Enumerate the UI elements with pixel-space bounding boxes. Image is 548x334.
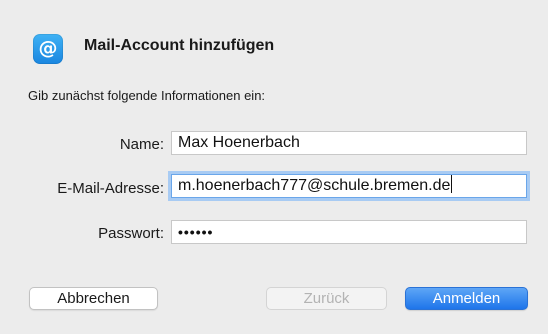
intro-text: Gib zunächst folgende Informationen ein: bbox=[28, 88, 266, 103]
text-caret bbox=[451, 175, 453, 193]
password-field[interactable]: •••••• bbox=[171, 220, 527, 244]
email-field[interactable]: m.hoenerbach777@schule.bremen.de bbox=[171, 174, 527, 198]
password-value: •••••• bbox=[178, 224, 214, 240]
name-label: Name: bbox=[119, 136, 164, 153]
email-value: m.hoenerbach777@schule.bremen.de bbox=[178, 177, 451, 194]
back-button[interactable]: Zurück bbox=[266, 287, 387, 310]
password-label: Passwort: bbox=[98, 225, 164, 242]
cancel-button[interactable]: Abbrechen bbox=[29, 287, 158, 310]
add-mail-account-dialog: @ Mail-Account hinzufügen Gib zunächst f… bbox=[0, 0, 548, 334]
login-button[interactable]: Anmelden bbox=[405, 287, 528, 310]
email-label: E-Mail-Adresse: bbox=[57, 180, 164, 197]
mail-at-icon: @ bbox=[33, 34, 63, 64]
at-symbol: @ bbox=[38, 36, 58, 59]
name-field[interactable]: Max Hoenerbach bbox=[171, 131, 527, 155]
dialog-title: Mail-Account hinzufügen bbox=[84, 37, 275, 54]
name-value: Max Hoenerbach bbox=[178, 134, 300, 151]
